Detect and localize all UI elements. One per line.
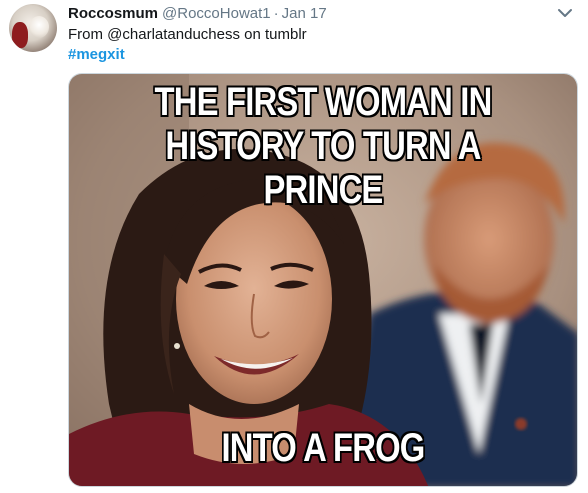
meme-caption-top: THE FIRST WOMAN IN HISTORY TO TURN A PRI… (115, 80, 532, 212)
separator-dot: · (273, 5, 279, 22)
tweet-text: From @charlatanduchess on tumblr (68, 26, 307, 43)
tweet-date[interactable]: Jan 17 (282, 5, 327, 22)
tweet-header: Roccosmum @RoccoHowat1 · Jan 17 (68, 4, 327, 23)
meme-caption-top-line1: THE FIRST WOMAN IN (154, 80, 493, 124)
tweet-media-image[interactable]: THE FIRST WOMAN IN HISTORY TO TURN A PRI… (68, 73, 578, 487)
meme-caption-top-line2: HISTORY TO TURN A PRINCE (165, 124, 481, 212)
tweet: Roccosmum @RoccoHowat1 · Jan 17 From @charl… (0, 0, 588, 493)
meme-caption-bottom: INTO A FROG (221, 426, 426, 470)
chevron-down-icon[interactable] (556, 6, 574, 18)
avatar[interactable] (9, 4, 57, 52)
hashtag-link[interactable]: #megxit (68, 45, 125, 64)
display-name[interactable]: Roccosmum (68, 5, 158, 22)
user-handle[interactable]: @RoccoHowat1 (162, 5, 271, 22)
